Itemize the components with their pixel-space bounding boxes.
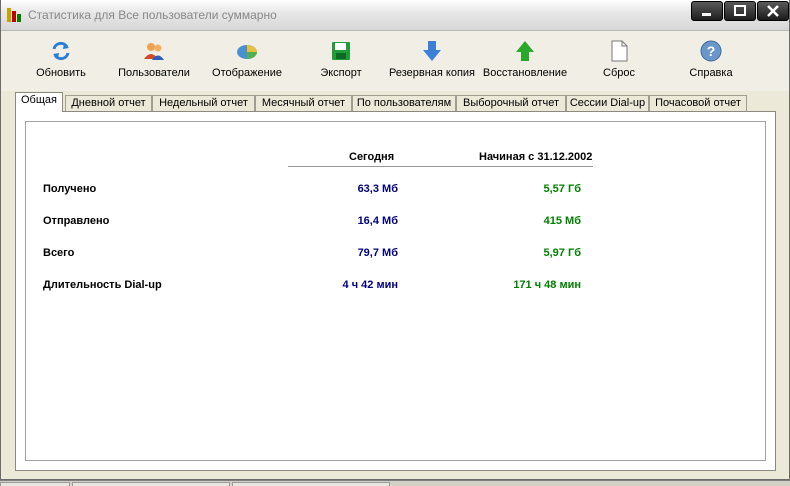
row-label-dialup-duration: Длительность Dial-up (43, 279, 162, 291)
column-header-since: Начиная с 31.12.2002 (479, 151, 593, 163)
taskbar-item[interactable] (0, 482, 70, 486)
help-icon: ? (700, 40, 722, 62)
restore-label: Восстановление (482, 67, 568, 79)
users-label: Пользователи (118, 67, 190, 79)
display-icon (237, 45, 257, 59)
export-button[interactable]: Экспорт (309, 31, 373, 91)
display-label: Отображение (212, 67, 282, 79)
received-total-value: 5,57 Гб (543, 183, 582, 195)
maximize-icon (734, 5, 746, 16)
close-icon (767, 5, 779, 17)
row-label-received: Получено (43, 183, 97, 195)
refresh-button[interactable]: Обновить (23, 31, 99, 91)
dialup-today-value: 4 ч 42 мин (342, 279, 398, 291)
tab-hourly-report[interactable]: Почасовой отчет (649, 95, 747, 112)
app-chart-icon (7, 8, 23, 22)
arrow-down-icon (423, 41, 441, 61)
arrow-up-icon (516, 41, 534, 61)
statistics-window: Статистика для Все пользователи суммарно… (0, 0, 790, 480)
export-label: Экспорт (320, 67, 362, 79)
backup-button[interactable]: Резервная копия (385, 31, 479, 91)
reset-button[interactable]: Сброс (589, 31, 649, 91)
window-title: Статистика для Все пользователи суммарно (28, 8, 277, 22)
sent-total-value: 415 Мб (543, 215, 581, 227)
tab-panel-general: Сегодня Начиная с 31.12.2002 Получено 63… (15, 111, 776, 471)
received-today-value: 63,3 Мб (357, 183, 398, 195)
dialup-total-value: 171 ч 48 мин (513, 279, 581, 291)
refresh-label: Обновить (36, 67, 86, 79)
close-button[interactable] (757, 1, 789, 21)
toolbar: Обновить Пользователи Отображение Экспор… (1, 31, 789, 91)
restore-button[interactable]: Восстановление (479, 31, 571, 91)
total-today-value: 79,7 Мб (357, 247, 398, 259)
users-button[interactable]: Пользователи (113, 31, 195, 91)
tab-custom-report[interactable]: Выборочный отчет (456, 95, 566, 112)
taskbar (0, 480, 790, 486)
title-bar[interactable]: Статистика для Все пользователи суммарно (1, 0, 789, 31)
blank-page-icon (611, 40, 628, 62)
tab-weekly-report[interactable]: Недельный отчет (152, 95, 255, 112)
tab-daily-report[interactable]: Дневной отчет (65, 95, 152, 112)
row-label-total: Всего (43, 247, 75, 259)
tab-general[interactable]: Общая (15, 92, 63, 112)
display-button[interactable]: Отображение (208, 31, 286, 91)
help-button[interactable]: ? Справка (681, 31, 741, 91)
reset-label: Сброс (603, 67, 635, 79)
taskbar-item[interactable] (232, 482, 390, 486)
floppy-disk-icon (332, 42, 350, 60)
users-icon (144, 43, 164, 60)
window-controls (691, 1, 789, 21)
minimize-icon (702, 13, 711, 16)
total-since-value: 5,97 Гб (543, 247, 582, 259)
svg-text:?: ? (707, 43, 716, 59)
tab-dialup-sessions[interactable]: Сессии Dial-up (566, 95, 649, 112)
sent-today-value: 16,4 Мб (357, 215, 398, 227)
row-label-sent: Отправлено (43, 215, 110, 227)
column-header-today: Сегодня (349, 151, 395, 163)
help-label: Справка (689, 67, 733, 79)
header-divider (288, 166, 593, 167)
taskbar-item[interactable] (72, 482, 230, 486)
maximize-button[interactable] (724, 1, 756, 21)
stats-area: Сегодня Начиная с 31.12.2002 Получено 63… (25, 121, 766, 461)
minimize-button[interactable] (691, 1, 723, 21)
backup-label: Резервная копия (388, 67, 476, 79)
tab-by-users[interactable]: По пользователям (352, 95, 456, 112)
tab-monthly-report[interactable]: Месячный отчет (255, 95, 352, 112)
refresh-icon (52, 41, 70, 61)
